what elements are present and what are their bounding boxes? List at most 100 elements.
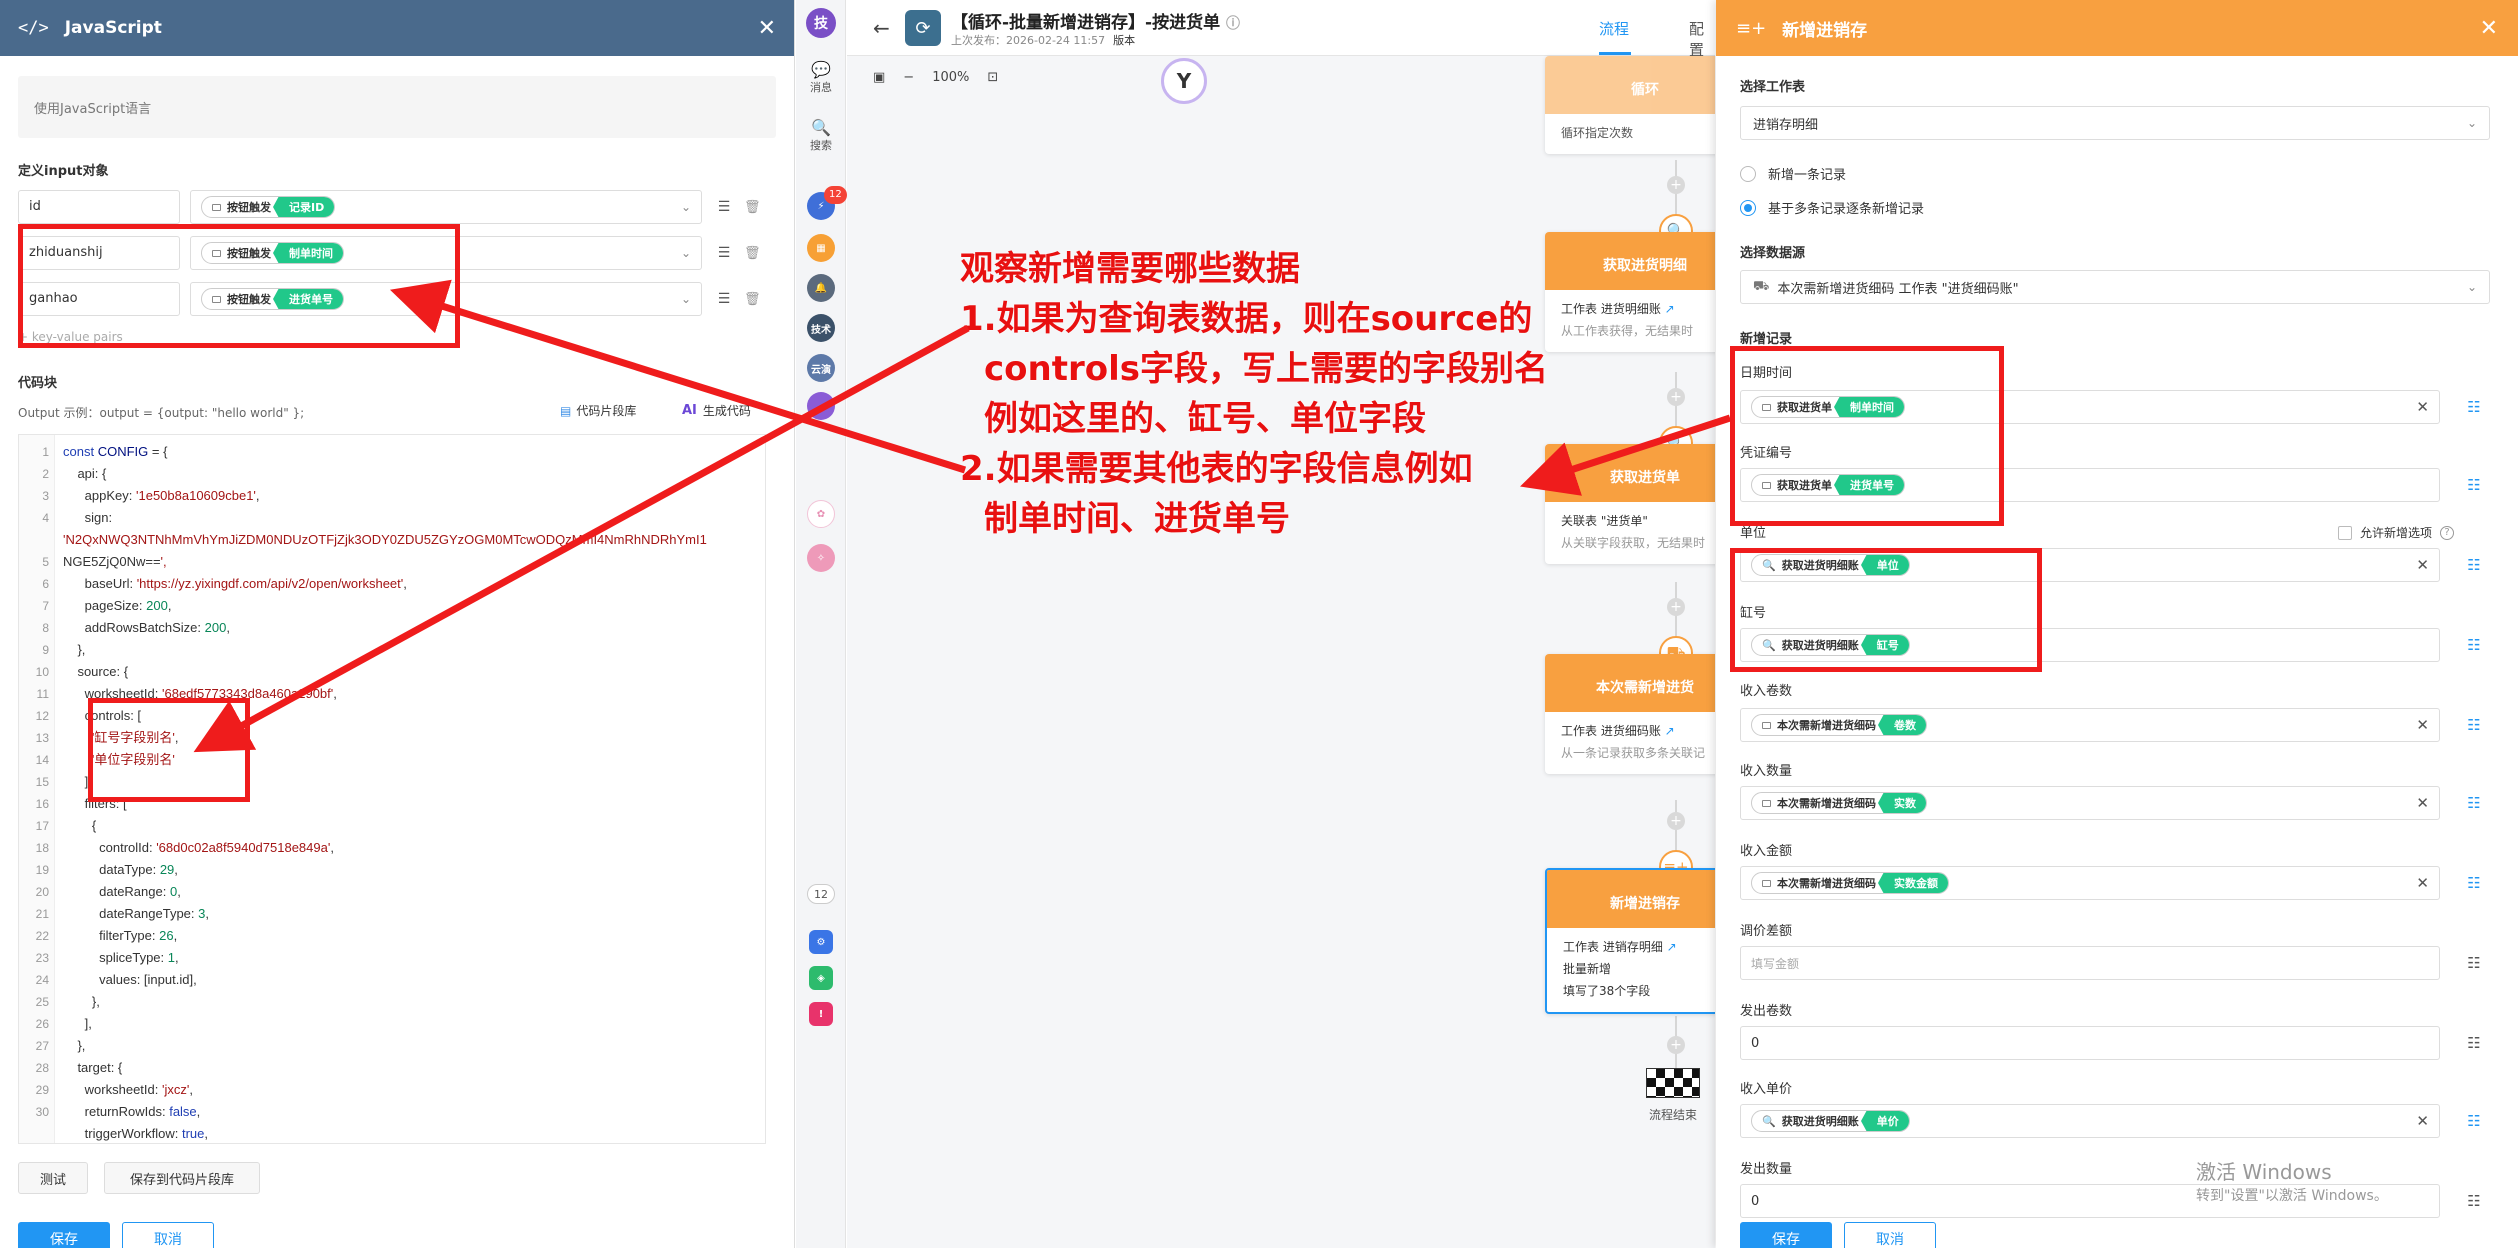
javascript-panel: </> JavaScript ✕ 使用JavaScript语言 定义input对… [0, 0, 795, 1248]
field-picker-icon[interactable]: ☷ [2458, 1026, 2490, 1060]
field-value-box[interactable]: 本次需新增进货细码 实数 ✕ [1740, 786, 2440, 820]
user-avatar[interactable]: 技 [796, 8, 846, 38]
field-picker-icon[interactable]: ☷ [2458, 866, 2490, 900]
field-picker-icon[interactable]: ☷ [2458, 628, 2490, 662]
code-text: }, [63, 994, 100, 1009]
allow-new-option-checkbox[interactable]: 允许新增选项 ? [2338, 524, 2455, 541]
clear-icon[interactable]: ✕ [2416, 398, 2429, 416]
field-picker-icon[interactable]: ☷ [2458, 390, 2490, 424]
snippet-library-link[interactable]: ▤ 代码片段库 [560, 402, 636, 419]
field-value-box[interactable]: 0 [1740, 1026, 2440, 1060]
save-to-snippet-button[interactable]: 保存到代码片段库 [104, 1162, 260, 1194]
info-icon[interactable]: ⓘ [1226, 16, 1240, 32]
radio-button[interactable] [1740, 165, 1756, 182]
list-settings-icon[interactable]: ☰ [714, 291, 734, 307]
input-value-select[interactable]: 按钮触发 记录ID ⌄ [190, 190, 702, 224]
trash-icon[interactable]: 🗑 [744, 292, 761, 307]
tab-config[interactable]: 配置 [1689, 18, 1715, 60]
back-arrow-icon[interactable]: ← [873, 16, 890, 40]
add-node-button[interactable]: + [1667, 1036, 1685, 1054]
clear-icon[interactable]: ✕ [2416, 874, 2429, 892]
nav-app-green[interactable]: ◈ [796, 966, 846, 990]
chevron-down-icon[interactable]: ⌄ [681, 246, 691, 260]
tab-flow[interactable]: 流程 [1599, 18, 1629, 39]
nav-app-red[interactable]: ! [796, 1002, 846, 1026]
finish-flag-icon [1646, 1068, 1700, 1098]
workflow-node-selected[interactable]: 新增进销存 工作表 进销存明细 ↗ 批量新增 填写了38个字段 [1545, 868, 1715, 1014]
document-icon: ▤ [560, 403, 572, 418]
clear-icon[interactable]: ✕ [2416, 794, 2429, 812]
add-node-button[interactable]: + [1667, 812, 1685, 830]
zoom-out-button[interactable]: − [903, 70, 914, 85]
save-button[interactable]: 保存 [1740, 1222, 1832, 1248]
field-value-box[interactable]: 填写金额 [1740, 946, 2440, 980]
panel-title: 新增进销存 [1782, 20, 1868, 41]
field-picker-icon[interactable]: ☷ [2458, 468, 2490, 502]
fit-screen-icon[interactable]: ⊡ [987, 70, 998, 85]
workflow-node[interactable]: 获取进货单 关联表 "进货单" 从关联字段获取，无结果时 [1545, 444, 1715, 564]
checkbox[interactable] [2338, 525, 2352, 540]
field-picker-icon[interactable]: ☷ [2458, 786, 2490, 820]
radio-button-selected[interactable] [1740, 199, 1756, 216]
field-label: 发出卷数 [1740, 1004, 1793, 1019]
field-value-box[interactable]: 🔍 获取进货明细账 单价 ✕ [1740, 1104, 2440, 1138]
floating-assistant-logo[interactable]: Y [1161, 58, 1207, 104]
field-picker-icon[interactable]: ☷ [2458, 1104, 2490, 1138]
nav-app-tech[interactable]: 技术 [796, 314, 846, 342]
cancel-button[interactable]: 取消 [1844, 1222, 1936, 1248]
field-value-box[interactable]: 本次需新增进货细码 实数金额 ✕ [1740, 866, 2440, 900]
radio-multi-record[interactable]: 基于多条记录逐条新增记录 [1740, 198, 1924, 217]
external-link-icon[interactable]: ↗ [1665, 724, 1675, 738]
datasource-select[interactable]: ⛟ 本次需新增进货细码 工作表 "进货细码账" ⌄ [1740, 270, 2490, 304]
nav-notifications[interactable]: 🔔 [796, 274, 846, 302]
chevron-down-icon[interactable]: ⌄ [681, 292, 691, 306]
test-button[interactable]: 测试 [18, 1162, 88, 1194]
tag-node-name: 按钮触发 [227, 201, 271, 214]
workflow-node[interactable]: 本次需新增进货 工作表 进货细码账 ↗ 从一条记录获取多条关联记 [1545, 654, 1715, 774]
list-settings-icon[interactable]: ☰ [714, 245, 734, 261]
add-node-button[interactable]: + [1667, 176, 1685, 194]
worksheet-select[interactable]: 进销存明细 ⌄ [1740, 106, 2490, 140]
field-picker-icon[interactable]: ☷ [2458, 946, 2490, 980]
generate-code-link[interactable]: AI 生成代码 [682, 402, 751, 419]
external-link-icon[interactable]: ↗ [1667, 940, 1677, 954]
nav-app-cloud[interactable]: 云演 [796, 354, 846, 382]
nav-apps[interactable]: ▦ [796, 234, 846, 262]
workflow-canvas[interactable]: ← ⟳ 【循环-批量新增进销存】-按进货单 ⓘ 上次发布：2026-02-24 … [847, 0, 1715, 1248]
workflow-node[interactable]: 循环 循环指定次数 [1545, 56, 1715, 154]
line-number: 4 [42, 511, 49, 525]
input-name-field[interactable]: id [18, 190, 180, 224]
cancel-button[interactable]: 取消 [122, 1222, 214, 1248]
radio-single-record[interactable]: 新增一条记录 [1740, 164, 1846, 183]
help-icon[interactable]: ? [2440, 525, 2455, 540]
field-value-box[interactable]: 本次需新增进货细码 卷数 ✕ [1740, 708, 2440, 742]
clear-icon[interactable]: ✕ [2416, 716, 2429, 734]
nav-search[interactable]: 🔍 搜索 [796, 118, 846, 153]
nav-app-purple[interactable] [796, 392, 846, 420]
nav-app-rose[interactable]: ✧ [796, 544, 846, 572]
add-node-button[interactable]: + [1667, 598, 1685, 616]
nav-messages[interactable]: 💬 消息 [796, 60, 846, 95]
map-icon[interactable]: ▣ [873, 70, 885, 85]
field-picker-icon[interactable]: ☷ [2458, 548, 2490, 582]
save-button[interactable]: 保存 [18, 1222, 110, 1248]
trash-icon[interactable]: 🗑 [744, 246, 761, 261]
close-icon[interactable]: ✕ [758, 16, 776, 41]
close-icon[interactable]: ✕ [2480, 16, 2498, 41]
code-line: 2 api: { [19, 463, 765, 485]
add-node-button[interactable]: + [1667, 388, 1685, 406]
clear-icon[interactable]: ✕ [2416, 556, 2429, 574]
trash-icon[interactable]: 🗑 [744, 200, 761, 215]
clear-icon[interactable]: ✕ [2416, 1112, 2429, 1130]
generate-code-label: 生成代码 [702, 404, 751, 418]
field-picker-icon[interactable]: ☷ [2458, 1184, 2490, 1218]
gear-icon: ⚙ [809, 930, 833, 954]
workflow-node[interactable]: 获取进货明细 工作表 进货明细账 ↗ 从工作表获得，无结果时 [1545, 232, 1715, 352]
chevron-down-icon[interactable]: ⌄ [681, 200, 691, 214]
external-link-icon[interactable]: ↗ [1665, 302, 1675, 316]
nav-app-pink[interactable]: ✿ [796, 500, 846, 528]
list-settings-icon[interactable]: ☰ [714, 199, 734, 215]
field-picker-icon[interactable]: ☷ [2458, 708, 2490, 742]
nav-workflow[interactable]: ⚡ 12 [796, 186, 847, 220]
nav-app-blue[interactable]: ⚙ [796, 930, 846, 954]
